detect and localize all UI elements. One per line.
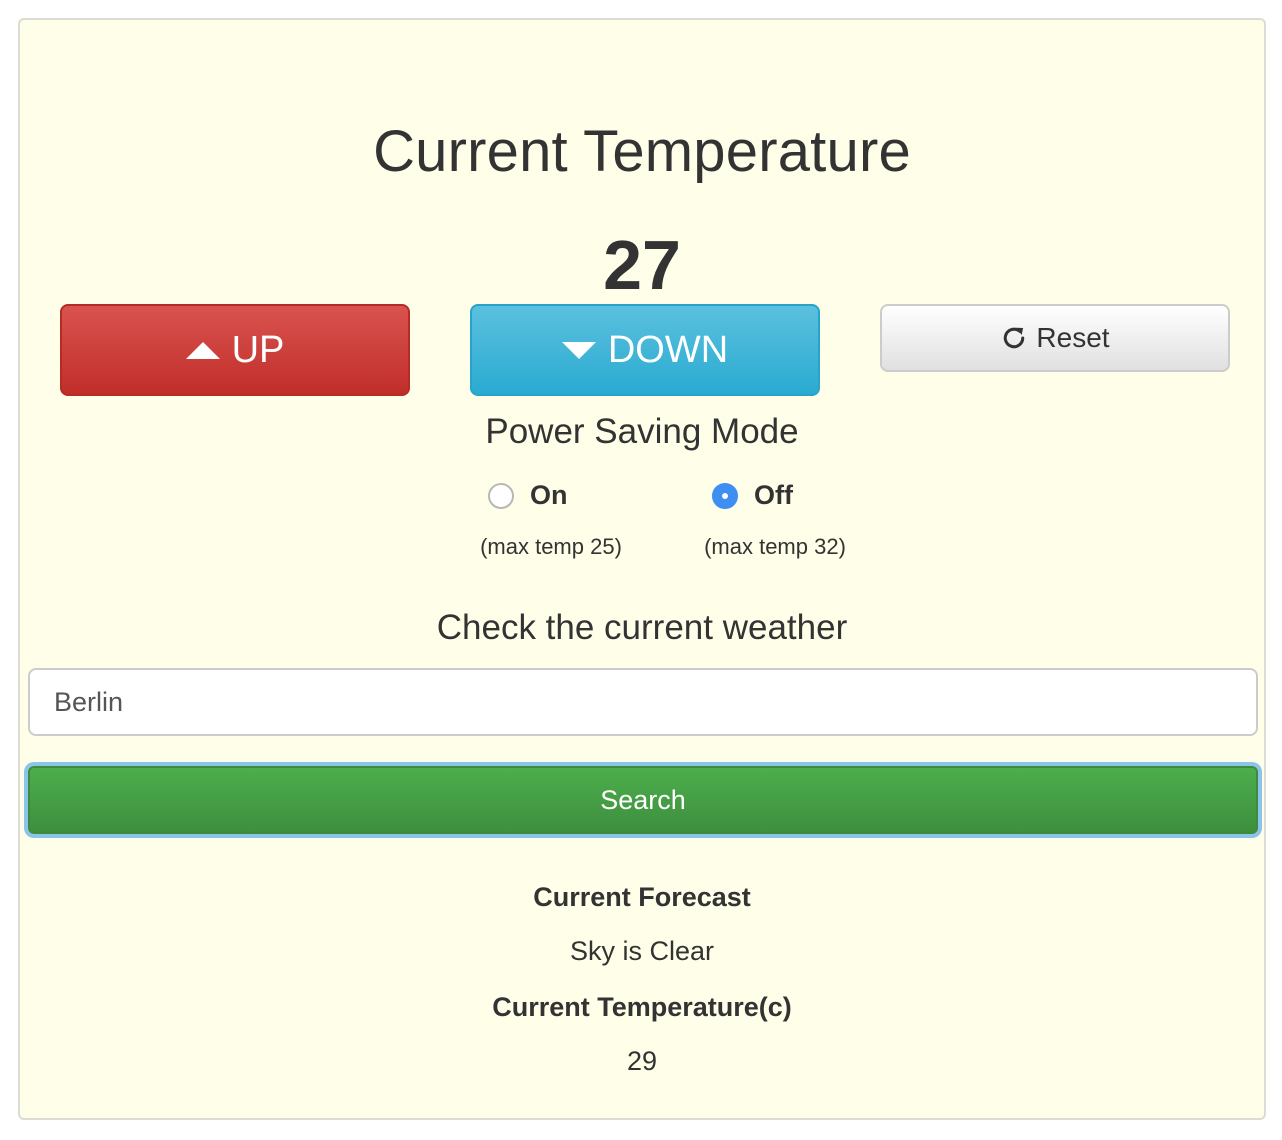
- reset-button[interactable]: Reset: [880, 304, 1230, 372]
- triangle-up-icon: [185, 341, 220, 359]
- search-button[interactable]: Search: [28, 766, 1258, 834]
- search-button-label: Search: [600, 784, 686, 815]
- power-saving-off-label: Off: [754, 480, 793, 510]
- thermostat-panel: Current Temperature 27 UP DOWN Reset Pow…: [18, 18, 1266, 1120]
- city-input[interactable]: [28, 668, 1258, 736]
- power-saving-heading: Power Saving Mode: [485, 412, 799, 451]
- up-button-label: UP: [231, 328, 285, 371]
- power-saving-off-radio[interactable]: [712, 482, 738, 509]
- weather-temp-value: 29: [626, 1046, 658, 1076]
- down-button[interactable]: DOWN: [470, 304, 820, 396]
- forecast-value: Sky is Clear: [569, 936, 715, 966]
- power-saving-on-option[interactable]: On: [488, 480, 568, 511]
- power-saving-off-note: (max temp 32): [704, 534, 846, 559]
- weather-heading: Check the current weather: [436, 608, 848, 647]
- weather-temp-heading: Current Temperature(c): [492, 992, 792, 1022]
- refresh-icon: [1004, 327, 1025, 349]
- temperature-display: 27: [603, 226, 681, 304]
- forecast-heading: Current Forecast: [533, 882, 751, 912]
- triangle-down-icon: [561, 341, 596, 359]
- power-saving-off-option[interactable]: Off: [712, 480, 793, 511]
- up-button[interactable]: UP: [60, 304, 410, 396]
- power-saving-on-label: On: [530, 480, 568, 510]
- page-title: Current Temperature: [373, 119, 911, 184]
- power-saving-on-note: (max temp 25): [480, 534, 622, 559]
- reset-button-label: Reset: [1036, 322, 1110, 353]
- down-button-label: DOWN: [607, 328, 729, 371]
- power-saving-on-radio[interactable]: [488, 482, 514, 509]
